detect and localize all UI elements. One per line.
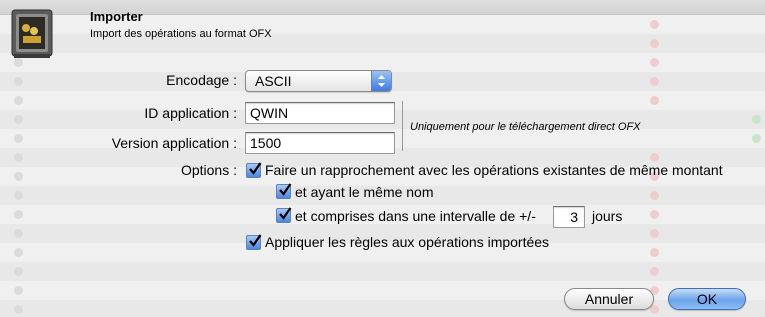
import-sheet: Importer Import des opérations au format…: [0, 0, 765, 317]
encoding-label: Encodage :: [166, 72, 237, 88]
interval-label: et comprises dans une intervalle de +/-: [295, 208, 536, 224]
popup-arrows-icon: [371, 71, 391, 91]
app-version-input[interactable]: [246, 133, 394, 153]
safe-app-icon: [10, 8, 54, 60]
options-label: Options :: [180, 162, 237, 178]
app-version-field[interactable]: [245, 132, 395, 154]
interval-days-input[interactable]: [554, 207, 584, 227]
cancel-button[interactable]: Annuler: [564, 288, 654, 310]
apply-rules-checkbox[interactable]: [246, 234, 262, 250]
interval-days-field[interactable]: [553, 206, 585, 228]
reconcile-checkbox[interactable]: [246, 162, 262, 178]
checkmark-icon: [249, 234, 262, 247]
app-id-label: ID application :: [144, 105, 237, 121]
reconcile-label: Faire un rapprochement avec les opératio…: [265, 162, 723, 178]
apply-rules-label: Appliquer les règles aux opérations impo…: [265, 234, 550, 250]
app-version-label: Version application :: [111, 135, 237, 151]
checkmark-icon: [249, 162, 262, 175]
ok-button[interactable]: OK: [668, 288, 746, 310]
same-name-label: et ayant le même nom: [295, 184, 434, 200]
checkmark-icon: [279, 207, 292, 220]
note-bracket: [402, 101, 405, 151]
interval-days-unit: jours: [592, 208, 623, 224]
direct-download-note: Uniquement pour le téléchargement direct…: [410, 121, 641, 133]
dialog-title: Importer: [90, 9, 143, 24]
dialog-subtitle: Import des opérations au format OFX: [90, 28, 272, 40]
same-name-checkbox[interactable]: [276, 183, 292, 199]
checkmark-icon: [279, 183, 292, 196]
app-id-input[interactable]: [246, 103, 394, 123]
app-id-field[interactable]: [245, 102, 395, 124]
encoding-value: ASCII: [255, 73, 292, 89]
encoding-select[interactable]: ASCII: [245, 70, 392, 92]
interval-checkbox[interactable]: [276, 207, 292, 223]
